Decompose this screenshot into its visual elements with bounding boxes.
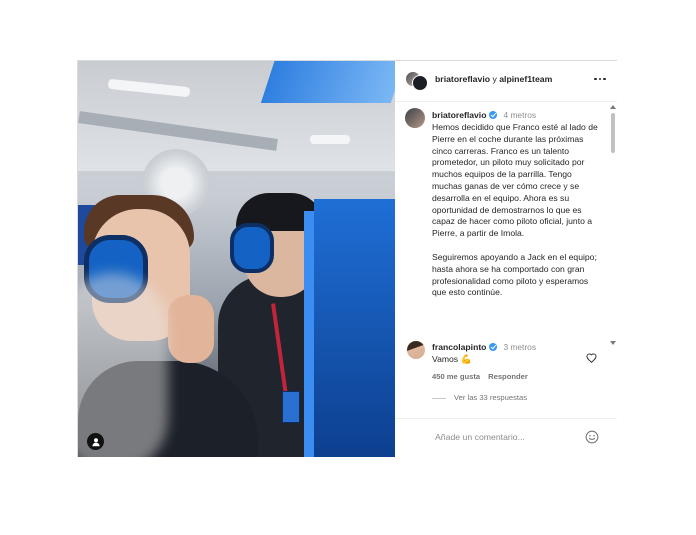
comment-username[interactable]: francolapinto (432, 342, 486, 352)
comment-input[interactable]: Añade un comentario... (435, 432, 525, 442)
post-sidebar: briatoreflavio y alpinef1team briatorefl… (395, 61, 617, 457)
heart-icon[interactable] (586, 353, 597, 363)
caption-username-line: briatoreflavio 4 metros (432, 110, 536, 120)
caption-paragraph: Seguiremos apoyando a Jack en el equipo;… (432, 251, 597, 298)
avatar[interactable] (407, 341, 425, 359)
comment-text-body: Vamos (432, 354, 459, 364)
verified-badge-icon (489, 343, 498, 351)
collab-usernames: briatoreflavio y alpinef1team (435, 74, 552, 84)
photo-driver-hand (168, 295, 214, 363)
photo-blur (78, 273, 168, 457)
scroll-up-arrow-icon[interactable] (610, 105, 616, 109)
reply-button[interactable]: Responder (488, 372, 528, 381)
comment-likes[interactable]: 450 me gusta (432, 372, 480, 381)
caption-username[interactable]: briatoreflavio (432, 110, 486, 120)
avatar[interactable] (405, 108, 425, 128)
scroll-down-arrow-icon[interactable] (610, 341, 616, 345)
scroll-thumb[interactable] (611, 113, 615, 153)
instagram-post: briatoreflavio y alpinef1team briatorefl… (77, 60, 617, 457)
post-photo[interactable] (78, 61, 395, 457)
view-replies-button[interactable]: Ver las 33 respuestas (432, 393, 527, 402)
emoji-icon[interactable] (585, 430, 599, 444)
flexed-biceps-emoji: 💪 (460, 354, 472, 364)
view-replies-label: Ver las 33 respuestas (454, 393, 528, 402)
scrollbar[interactable] (610, 105, 616, 345)
comment-meta: 450 me gusta Responder (432, 372, 528, 381)
caption-text: Hemos decidido que Franco esté al lado d… (432, 122, 604, 299)
collab-avatars[interactable] (405, 69, 428, 91)
comment-time[interactable]: 3 metros (503, 342, 536, 352)
add-comment-bar: Añade un comentario... (395, 418, 617, 458)
comment-text: Vamos 💪 (432, 354, 472, 365)
comments-scroll-area[interactable]: briatoreflavio 4 metros Hemos decidido qu… (395, 102, 617, 402)
photo-light (310, 135, 350, 144)
caption-paragraph: Hemos decidido que Franco esté al lado d… (432, 122, 598, 239)
photo-screen (314, 199, 395, 457)
more-options-icon[interactable] (591, 72, 609, 86)
verified-badge-icon (489, 111, 498, 119)
avatar (412, 75, 428, 91)
photo-pass (282, 391, 300, 423)
header-connector: y (490, 74, 500, 84)
photo-blue-wing (260, 61, 395, 103)
header-username-1[interactable]: briatoreflavio (435, 74, 490, 84)
photo-man-headphone (230, 223, 274, 273)
header-username-2[interactable]: alpinef1team (499, 74, 552, 84)
post-header: briatoreflavio y alpinef1team (395, 61, 617, 102)
comment-item: francolapinto 3 metros Vamos 💪 450 me gus… (395, 339, 617, 402)
replies-line (432, 397, 446, 399)
user-tag-icon[interactable] (87, 433, 104, 450)
comment-username-line: francolapinto 3 metros (432, 342, 536, 352)
caption-time[interactable]: 4 metros (503, 110, 536, 120)
